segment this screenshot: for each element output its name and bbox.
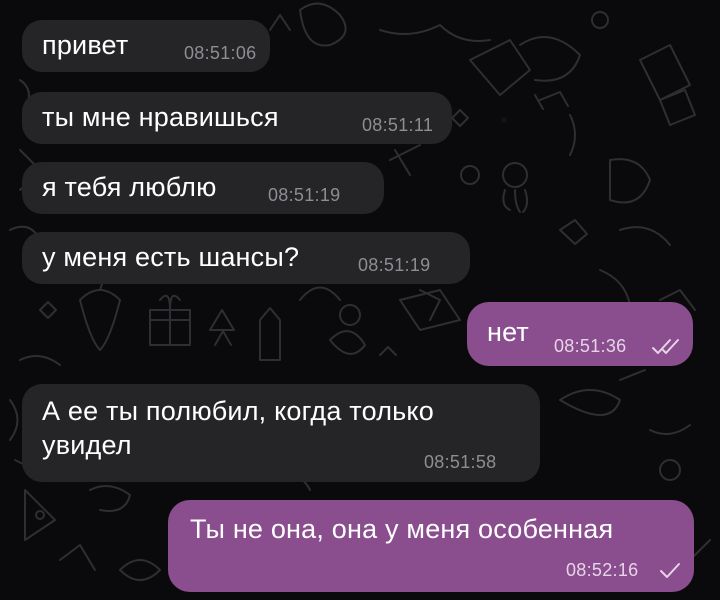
message-timestamp: 08:51:58 (424, 452, 497, 472)
incoming-message-bubble[interactable]: у меня есть шансы? 08:51:19 (22, 232, 470, 284)
incoming-message-bubble[interactable]: привет 08:51:06 (22, 20, 270, 72)
message-timestamp: 08:51:36 (554, 336, 627, 356)
outgoing-message-bubble[interactable]: Ты не она, она у меня особенная 08:52:16 (168, 500, 694, 592)
message-text-line-1: А ее ты полюбил, когда только (42, 396, 434, 426)
message-timestamp: 08:51:19 (268, 185, 341, 205)
incoming-message-bubble[interactable]: А ее ты полюбил, когда только увидел 08:… (22, 384, 540, 482)
message-text: ты мне нравишься (42, 102, 279, 132)
incoming-message-bubble[interactable]: ты мне нравишься 08:51:11 (22, 92, 452, 144)
message-timestamp: 08:51:11 (362, 115, 434, 135)
read-double-check-icon (652, 339, 679, 354)
message-text: Ты не она, она у меня особенная (190, 514, 614, 544)
message-text: нет (487, 317, 529, 347)
message-timestamp: 08:51:19 (358, 255, 431, 275)
incoming-message-bubble[interactable]: я тебя люблю 08:51:19 (22, 162, 384, 214)
message-text-line-2: увидел (42, 430, 132, 460)
message-timestamp: 08:52:16 (566, 560, 639, 580)
outgoing-message-bubble[interactable]: нет 08:51:36 (467, 302, 693, 366)
chat-window[interactable]: привет 08:51:06 ты мне нравишься 08:51:1… (0, 0, 720, 600)
sent-single-check-icon (660, 563, 680, 578)
message-text: я тебя люблю (42, 172, 217, 202)
message-text: у меня есть шансы? (42, 242, 300, 272)
message-timestamp: 08:51:06 (184, 43, 257, 63)
message-text: привет (42, 30, 129, 60)
